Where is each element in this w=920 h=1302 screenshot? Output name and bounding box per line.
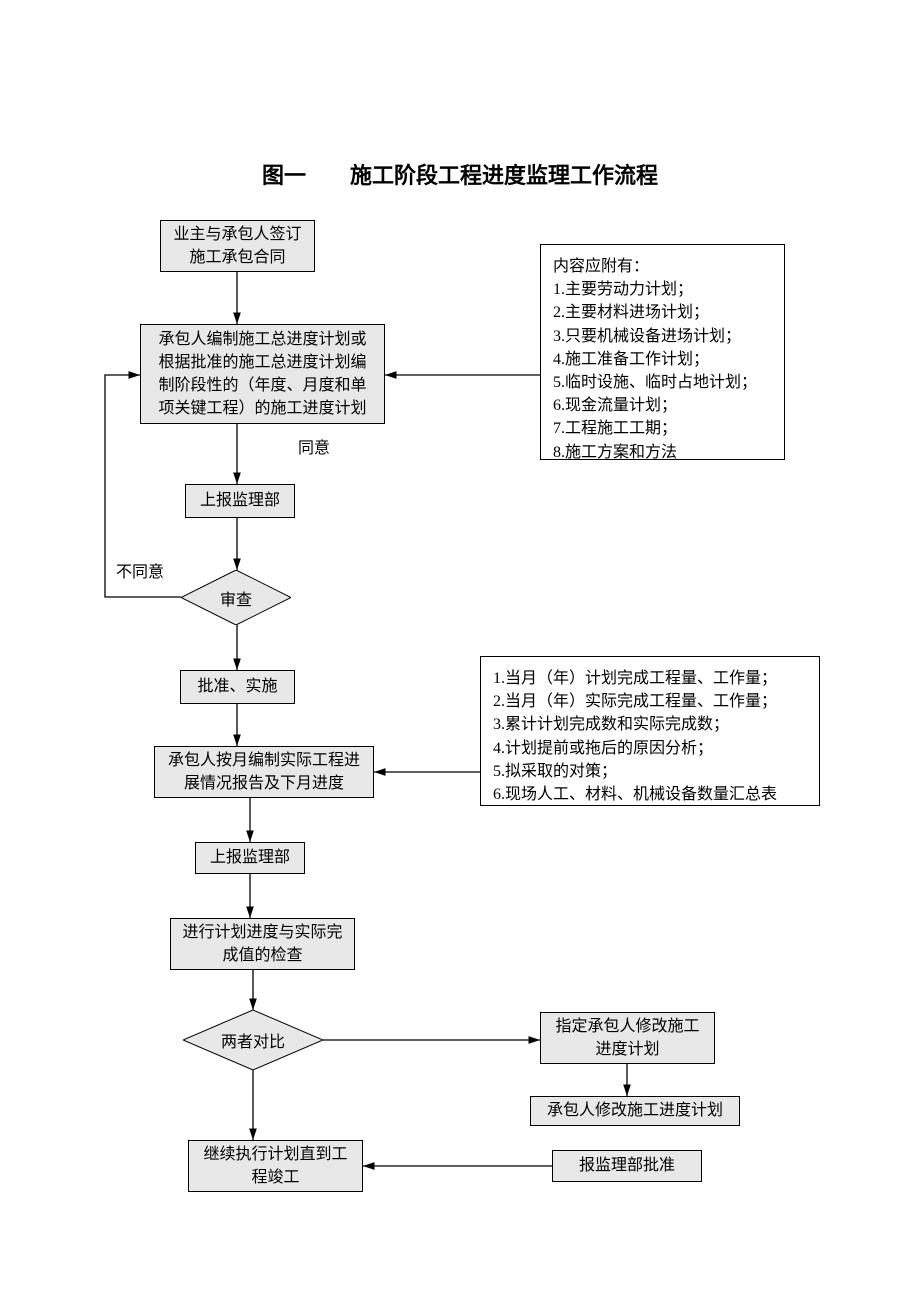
- label-agree: 同意: [298, 434, 330, 458]
- node-monthly-report: 承包人按月编制实际工程进展情况报告及下月进度: [154, 746, 374, 798]
- node-report-supervisor-2: 上报监理部: [195, 842, 305, 874]
- node-assign-revise: 指定承包人修改施工进度计划: [540, 1012, 715, 1064]
- connectors: [0, 0, 920, 1302]
- label-disagree: 不同意: [116, 558, 164, 582]
- decision-compare: 两者对比: [183, 1010, 323, 1070]
- decision-review-label: 审查: [181, 570, 291, 625]
- decision-compare-label: 两者对比: [183, 1010, 323, 1070]
- node-report-approve: 报监理部批准: [552, 1150, 702, 1182]
- node-approve-implement: 批准、实施: [180, 670, 295, 704]
- node-check-progress: 进行计划进度与实际完成值的检查: [170, 918, 355, 970]
- diagram-title: 图一 施工阶段工程进度监理工作流程: [0, 158, 920, 190]
- sidebox-report-contents: 1.当月（年）计划完成工程量、工作量； 2.当月（年）实际完成工程量、工作量； …: [480, 656, 820, 806]
- node-continue-execute: 继续执行计划直到工程竣工: [188, 1140, 363, 1192]
- sidebox-plan-contents: 内容应附有： 1.主要劳动力计划； 2.主要材料进场计划； 3.只要机械设备进场…: [540, 244, 785, 460]
- node-contractor-revise: 承包人修改施工进度计划: [530, 1096, 740, 1126]
- decision-review: 审查: [181, 570, 291, 625]
- node-compile-plan: 承包人编制施工总进度计划或根据批准的施工总进度计划编制阶段性的（年度、月度和单项…: [140, 324, 385, 424]
- node-sign-contract: 业主与承包人签订施工承包合同: [160, 220, 315, 272]
- node-report-supervisor-1: 上报监理部: [185, 484, 295, 518]
